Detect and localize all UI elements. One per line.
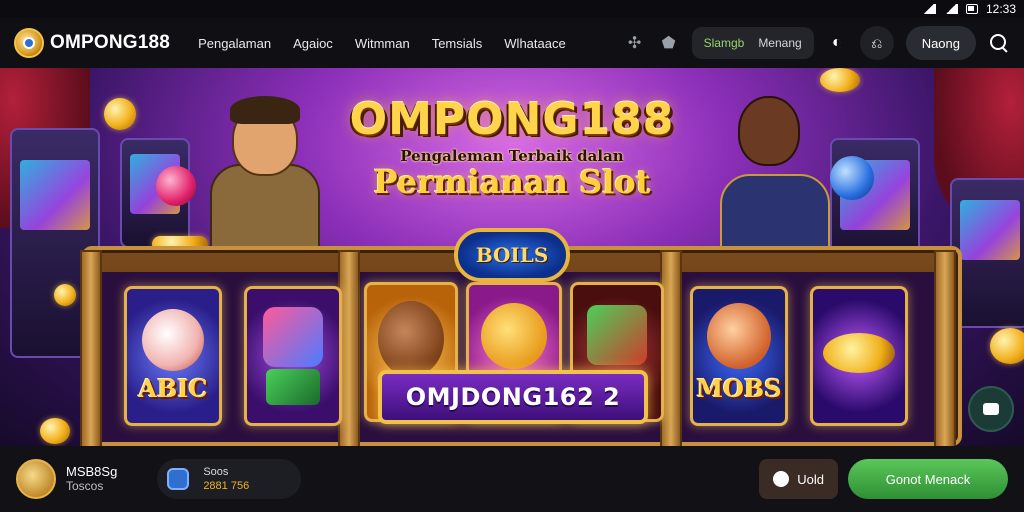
chat-icon <box>983 403 999 415</box>
brand-name: OMPONG188 <box>50 32 171 53</box>
search-icon[interactable] <box>988 32 1010 54</box>
wallet-label: Soos <box>203 466 229 478</box>
wallet-value: 2881 756 <box>203 480 250 492</box>
hero-subtitle-big: Permianan Slot <box>373 163 651 201</box>
game-tile[interactable] <box>810 286 908 426</box>
bottom-bar: MSB8Sg Toscos Soos 2881 756 Uold Gonot M… <box>0 446 1024 512</box>
shield-icon[interactable]: ⬟ <box>658 32 680 54</box>
deposit-label: Uold <box>797 471 824 487</box>
game-tile[interactable]: MOBS <box>690 286 788 426</box>
user-status: Toscos <box>66 479 104 493</box>
menu-item-agaioc[interactable]: Agaioc <box>293 36 333 51</box>
game-tile-label: ABIC <box>138 374 208 403</box>
hero-title: OMPONG188 <box>349 94 675 145</box>
wallet-icon <box>167 468 190 490</box>
play-button[interactable]: Gonot Menack <box>848 459 1008 499</box>
wallet-balance[interactable]: Soos 2881 756 <box>157 459 302 499</box>
logo-icon <box>14 28 44 58</box>
signal-icon <box>943 4 958 14</box>
gift-icon[interactable]: ⎌ <box>859 26 894 60</box>
coin-icon <box>820 68 860 92</box>
game-tile[interactable]: ABIC <box>124 286 222 426</box>
menu-item-wlhataace[interactable]: Wlhataace <box>504 36 565 51</box>
login-button[interactable]: Naong <box>905 26 976 60</box>
user-profile[interactable]: MSB8Sg Toscos <box>16 459 117 499</box>
coin-icon <box>54 284 76 306</box>
nav-actions: ✣ ⬟ Slamgb Menang ◐ ⎌ Naong <box>624 26 1010 60</box>
mode-option-b[interactable]: Menang <box>758 36 801 50</box>
hero-banner[interactable]: OMPONG188 Pengaleman Terbaik dalan Permi… <box>0 68 1024 446</box>
brand-logo[interactable]: OMPONG188 <box>14 28 170 58</box>
menu-item-pengalaman[interactable]: Pengalaman <box>198 36 271 51</box>
game-tile-label: MOBS <box>696 374 782 403</box>
top-nav: OMPONG188 Pengalaman Agaioc Witmman Tems… <box>0 18 1024 68</box>
game-tile[interactable] <box>244 286 342 426</box>
coin-icon <box>990 328 1024 364</box>
hero-plate[interactable]: OMJDONG162 2 <box>378 370 648 424</box>
menu-item-temsials[interactable]: Temsials <box>432 36 483 51</box>
circle-icon[interactable]: ◐ <box>826 32 848 54</box>
battery-icon <box>965 4 978 14</box>
user-name: MSB8Sg <box>66 464 118 479</box>
chat-button[interactable] <box>968 386 1014 432</box>
coin-icon <box>40 418 70 444</box>
hero-badge: BOILS <box>454 228 570 282</box>
mode-switch[interactable]: Slamgb Menang <box>691 27 814 59</box>
mode-option-a[interactable]: Slamgb <box>704 36 745 50</box>
status-bar: 12:33 <box>0 0 1024 18</box>
main-menu: Pengalaman Agaioc Witmman Temsials Wlhat… <box>198 36 566 51</box>
user-icon <box>773 471 790 487</box>
hero-headline: OMPONG188 Pengaleman Terbaik dalan Permi… <box>0 94 1024 201</box>
puzzle-icon[interactable]: ✣ <box>624 32 646 54</box>
deposit-button[interactable]: Uold <box>759 459 838 499</box>
avatar[interactable] <box>16 459 56 499</box>
wifi-icon <box>921 4 936 14</box>
status-time: 12:33 <box>985 2 1016 16</box>
menu-item-witmman[interactable]: Witmman <box>355 36 410 51</box>
